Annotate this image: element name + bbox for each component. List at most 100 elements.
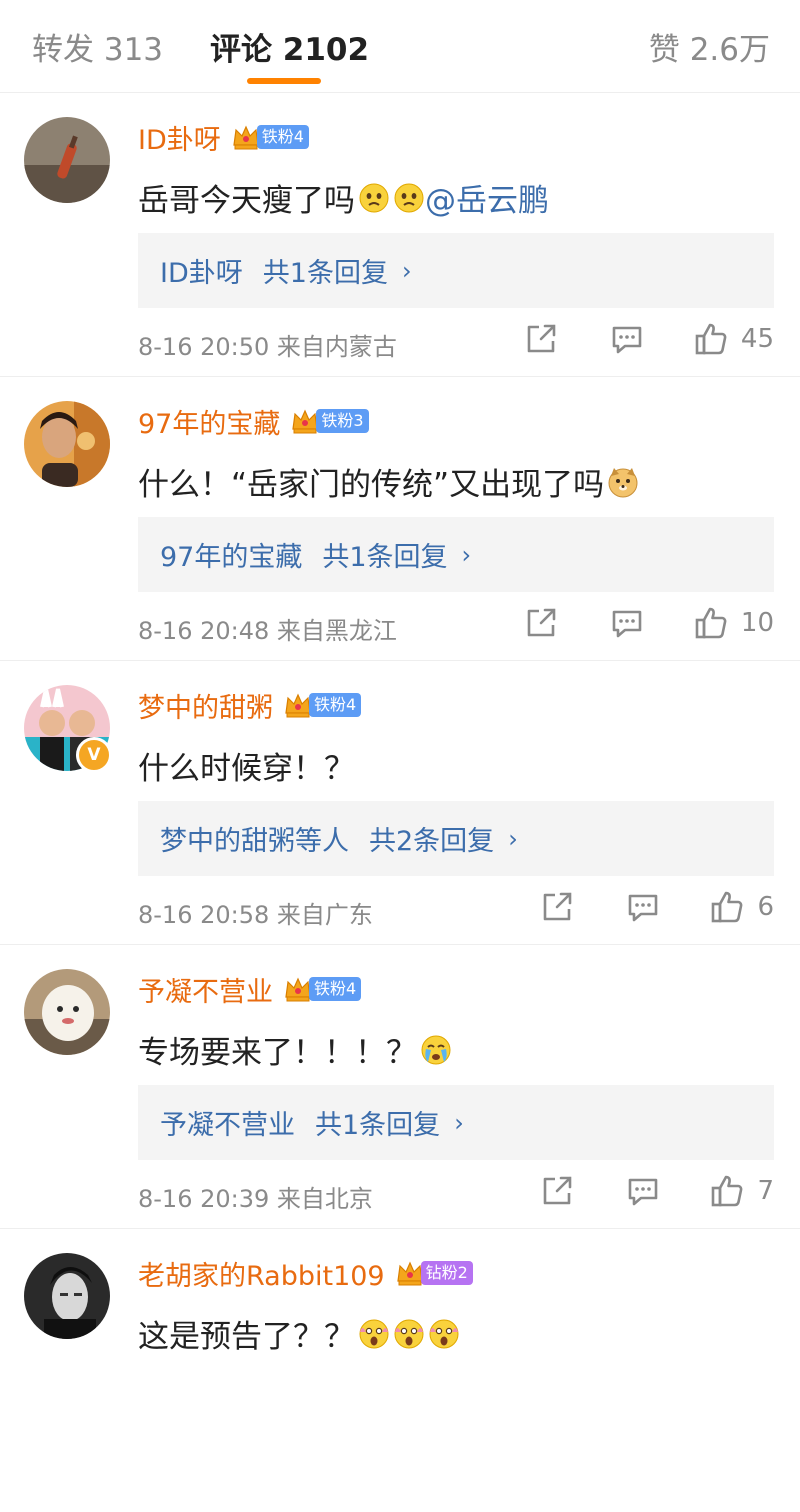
comment-icon[interactable] xyxy=(625,1173,661,1209)
like-count: 45 xyxy=(740,324,774,354)
verified-badge-icon: V xyxy=(76,737,112,773)
tab-comments[interactable]: 评论 2102 xyxy=(210,24,369,69)
thumbs-up-icon xyxy=(695,607,727,639)
comment-location: 来自黑龙江 xyxy=(276,617,397,645)
tab-likes[interactable]: 赞 2.6万 xyxy=(649,24,770,69)
comment-location: 来自北京 xyxy=(276,1185,373,1213)
thumbs-up-icon xyxy=(712,891,743,923)
comment-meta: 8-16 20:48 来自黑龙江 xyxy=(138,611,397,646)
share-icon[interactable] xyxy=(539,1173,575,1209)
reply-count: 共1条回复 xyxy=(315,1110,441,1141)
comment-body: 专场要来了！！！？ xyxy=(138,1035,417,1071)
comment-body: 岳哥今天瘦了吗 xyxy=(138,183,355,219)
scream-emoji xyxy=(394,1319,424,1348)
chevron-right-icon: › xyxy=(508,824,518,853)
replies-preview[interactable]: ID卦呀 共1条回复 › xyxy=(138,233,774,308)
fan-badge: 铁粉3 xyxy=(290,407,369,435)
fan-badge-level: 铁粉4 xyxy=(309,693,362,717)
reply-count: 共2条回复 xyxy=(369,826,495,857)
comment-header: 予凝不营业 铁粉4 xyxy=(138,969,362,1009)
username[interactable]: 予凝不营业 xyxy=(138,970,273,1009)
comment-actions: 45 xyxy=(523,313,774,365)
avatar-image xyxy=(24,401,110,487)
comment-meta: 8-16 20:58 来自广东 xyxy=(138,895,373,930)
like-count: 7 xyxy=(757,1176,774,1206)
avatar-image xyxy=(24,117,110,203)
disappointed-emoji xyxy=(394,183,424,212)
comment-icon[interactable] xyxy=(609,321,645,357)
comment-location: 来自内蒙古 xyxy=(276,333,397,361)
chevron-right-icon: › xyxy=(454,1108,464,1137)
like-button[interactable]: 45 xyxy=(693,321,774,357)
chevron-right-icon: › xyxy=(401,256,412,285)
active-tab-indicator xyxy=(247,78,321,84)
comment-time: 8-16 20:48 xyxy=(138,617,270,645)
comment-actions: 6 xyxy=(539,881,774,933)
comment-text: 什么时候穿！？ xyxy=(138,743,355,788)
user-avatar[interactable] xyxy=(24,969,110,1055)
tab-reposts[interactable]: 转发 313 xyxy=(32,24,163,69)
comment-icon[interactable] xyxy=(609,605,645,641)
doge-emoji xyxy=(608,467,638,497)
user-avatar[interactable] xyxy=(24,401,110,487)
comment-time: 8-16 20:58 xyxy=(138,901,270,929)
reply-count: 共1条回复 xyxy=(262,258,388,289)
username[interactable]: 老胡家的Rabbit109 xyxy=(138,1254,385,1293)
comment-tabs: 转发 313 评论 2102 赞 2.6万 xyxy=(0,0,800,93)
comment-header: ID卦呀 铁粉4 xyxy=(138,117,309,157)
share-icon[interactable] xyxy=(523,605,559,641)
comment-text: 这是预告了？？ xyxy=(138,1311,460,1356)
comment-text: 岳哥今天瘦了吗 @岳云鹏 xyxy=(138,175,549,220)
fan-badge-level: 钻粉2 xyxy=(420,1261,473,1285)
like-button[interactable]: 10 xyxy=(693,605,774,641)
username[interactable]: 97年的宝藏 xyxy=(138,402,280,441)
like-count: 10 xyxy=(740,608,774,638)
username[interactable]: 梦中的甜粥 xyxy=(138,686,273,725)
comment-header: 老胡家的Rabbit109 钻粉2 xyxy=(138,1253,473,1293)
share-icon[interactable] xyxy=(539,889,575,925)
comment-item: ID卦呀 铁粉4 岳哥今天瘦了吗 @岳云鹏 ID卦呀共1条回复 › 8-16 20:50 来… xyxy=(0,93,800,377)
comment-item: 97年的宝藏 铁粉3 什么！“岳家门的传统”又出现了吗 97年的宝藏 共1条回复 › 8-1… xyxy=(0,377,800,661)
disappointed-emoji xyxy=(359,183,389,212)
username[interactable]: ID卦呀 xyxy=(138,118,221,157)
replies-preview[interactable]: 梦中的甜粥等人 共2条回复 › xyxy=(138,801,774,876)
comment-icon[interactable] xyxy=(625,889,661,925)
scream-emoji xyxy=(429,1319,459,1348)
like-button[interactable]: 6 xyxy=(709,889,774,925)
mention-link[interactable]: @岳云鹏 xyxy=(425,175,549,220)
fan-badge: 铁粉4 xyxy=(283,691,362,719)
reply-author: 97年的宝藏 xyxy=(160,542,303,573)
chevron-right-icon: › xyxy=(461,540,472,569)
comment-time: 8-16 20:50 xyxy=(138,333,270,361)
fan-badge: 铁粉4 xyxy=(231,123,309,151)
avatar-image xyxy=(24,969,110,1055)
comment-text: 什么！“岳家门的传统”又出现了吗 xyxy=(138,459,639,504)
comment-body: 什么！“岳家门的传统”又出现了吗 xyxy=(138,467,605,503)
user-avatar[interactable] xyxy=(24,1253,110,1339)
fan-badge: 钻粉2 xyxy=(395,1259,473,1287)
comment-body: 什么时候穿！？ xyxy=(138,751,355,787)
comment-item: V 梦中的甜粥 铁粉4 什么时候穿！？ 梦中的甜粥等人 共2条回复 › 8-16 20:58 … xyxy=(0,661,800,945)
thumbs-up-icon xyxy=(695,323,727,355)
crying-emoji xyxy=(421,1035,451,1064)
like-button[interactable]: 7 xyxy=(709,1173,774,1209)
share-icon[interactable] xyxy=(523,321,559,357)
reply-count: 共1条回复 xyxy=(322,542,448,573)
comment-meta: 8-16 20:50 来自内蒙古 xyxy=(138,327,397,362)
comment-item: 予凝不营业 铁粉4 专场要来了！！！？ 予凝不营业 共1条回复 › 8-16 20:39 来… xyxy=(0,945,800,1229)
comment-header: 梦中的甜粥 铁粉4 xyxy=(138,685,362,725)
comment-item: 老胡家的Rabbit109 钻粉2 这是预告了？？ xyxy=(0,1229,800,1512)
reply-author: 梦中的甜粥等人 xyxy=(160,826,349,857)
comment-actions: 10 xyxy=(523,597,774,649)
thumbs-up-icon xyxy=(712,1175,743,1207)
user-avatar[interactable] xyxy=(24,117,110,203)
comment-list: ID卦呀 铁粉4 岳哥今天瘦了吗 @岳云鹏 ID卦呀共1条回复 › 8-16 20:50 来… xyxy=(0,93,800,1512)
comment-location: 来自广东 xyxy=(276,901,373,929)
replies-preview[interactable]: 予凝不营业 共1条回复 › xyxy=(138,1085,774,1160)
avatar-image xyxy=(24,1253,110,1339)
replies-preview[interactable]: 97年的宝藏 共1条回复 › xyxy=(138,517,774,592)
comment-body: 这是预告了？？ xyxy=(138,1319,355,1355)
like-count: 6 xyxy=(757,892,774,922)
fan-badge-level: 铁粉4 xyxy=(309,977,362,1001)
reply-author: 予凝不营业 xyxy=(160,1110,295,1141)
